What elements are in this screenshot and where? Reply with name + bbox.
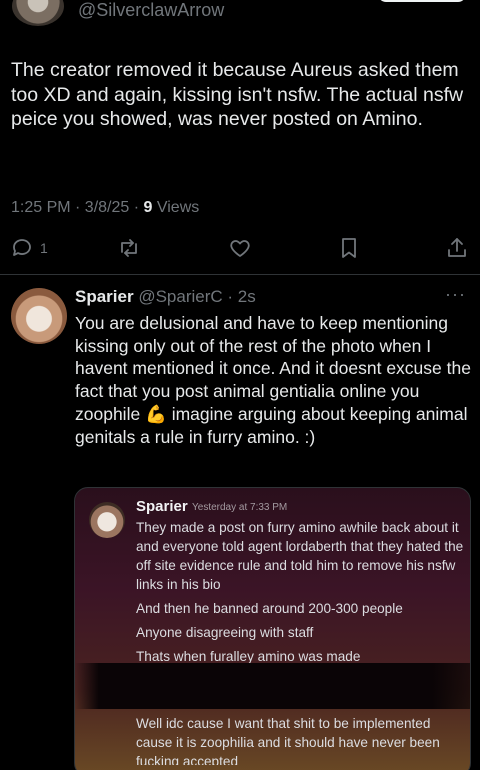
more-options-icon[interactable]: ···	[445, 284, 466, 305]
share-icon	[448, 238, 466, 257]
tweet-timestamp[interactable]: 1:25 PM · 3/8/25 ·	[11, 199, 144, 216]
image-message: Anyone disagreeing with staff	[136, 625, 314, 640]
image-message: They made a post on furry amino awhile b…	[136, 520, 464, 592]
bookmark-button[interactable]	[337, 236, 361, 260]
follow-button[interactable]	[378, 0, 466, 2]
image-avatar	[89, 502, 125, 538]
bookmark-icon	[342, 238, 356, 258]
reply-button[interactable]: 1	[10, 236, 48, 260]
redaction-scribble	[75, 663, 470, 709]
action-bar: 1	[0, 236, 480, 266]
reply-author-name[interactable]: Sparier	[75, 287, 134, 306]
avatar[interactable]	[12, 0, 64, 26]
image-message: fucking accepted	[136, 754, 239, 765]
reply-text: You are delusional and have to keep ment…	[75, 313, 471, 447]
retweet-button[interactable]	[117, 236, 141, 260]
like-icon	[230, 240, 250, 257]
like-button[interactable]	[228, 236, 252, 260]
image-messages: They made a post on furry amino awhile b…	[136, 518, 466, 666]
tweet-meta: 1:25 PM · 3/8/25 · 9 Views	[11, 199, 199, 217]
retweet-icon	[121, 239, 137, 257]
divider	[0, 274, 480, 275]
reply-header: Sparier @SparierC · 2s	[75, 287, 256, 307]
image-message: Well idc cause I want that shit to be im…	[136, 716, 440, 750]
image-message-bottom: Well idc cause I want that shit to be im…	[136, 714, 466, 765]
reply-icon	[13, 239, 31, 256]
attached-image[interactable]: Sparier Yesterday at 7:33 PM They made a…	[74, 487, 471, 770]
reply-avatar[interactable]	[11, 288, 67, 344]
tweet-text: The creator removed it because Aureus as…	[11, 59, 464, 130]
reply-count: 1	[40, 240, 48, 256]
reply-handle-time[interactable]: @SparierC · 2s	[134, 287, 255, 306]
image-message: And then he banned around 200-300 people	[136, 601, 403, 616]
author-handle[interactable]: @SilverclawArrow	[78, 0, 224, 21]
views-label: Views	[152, 199, 200, 216]
image-author-name: Sparier	[136, 498, 188, 515]
image-timestamp: Yesterday at 7:33 PM	[192, 502, 288, 513]
share-button[interactable]	[445, 236, 469, 260]
